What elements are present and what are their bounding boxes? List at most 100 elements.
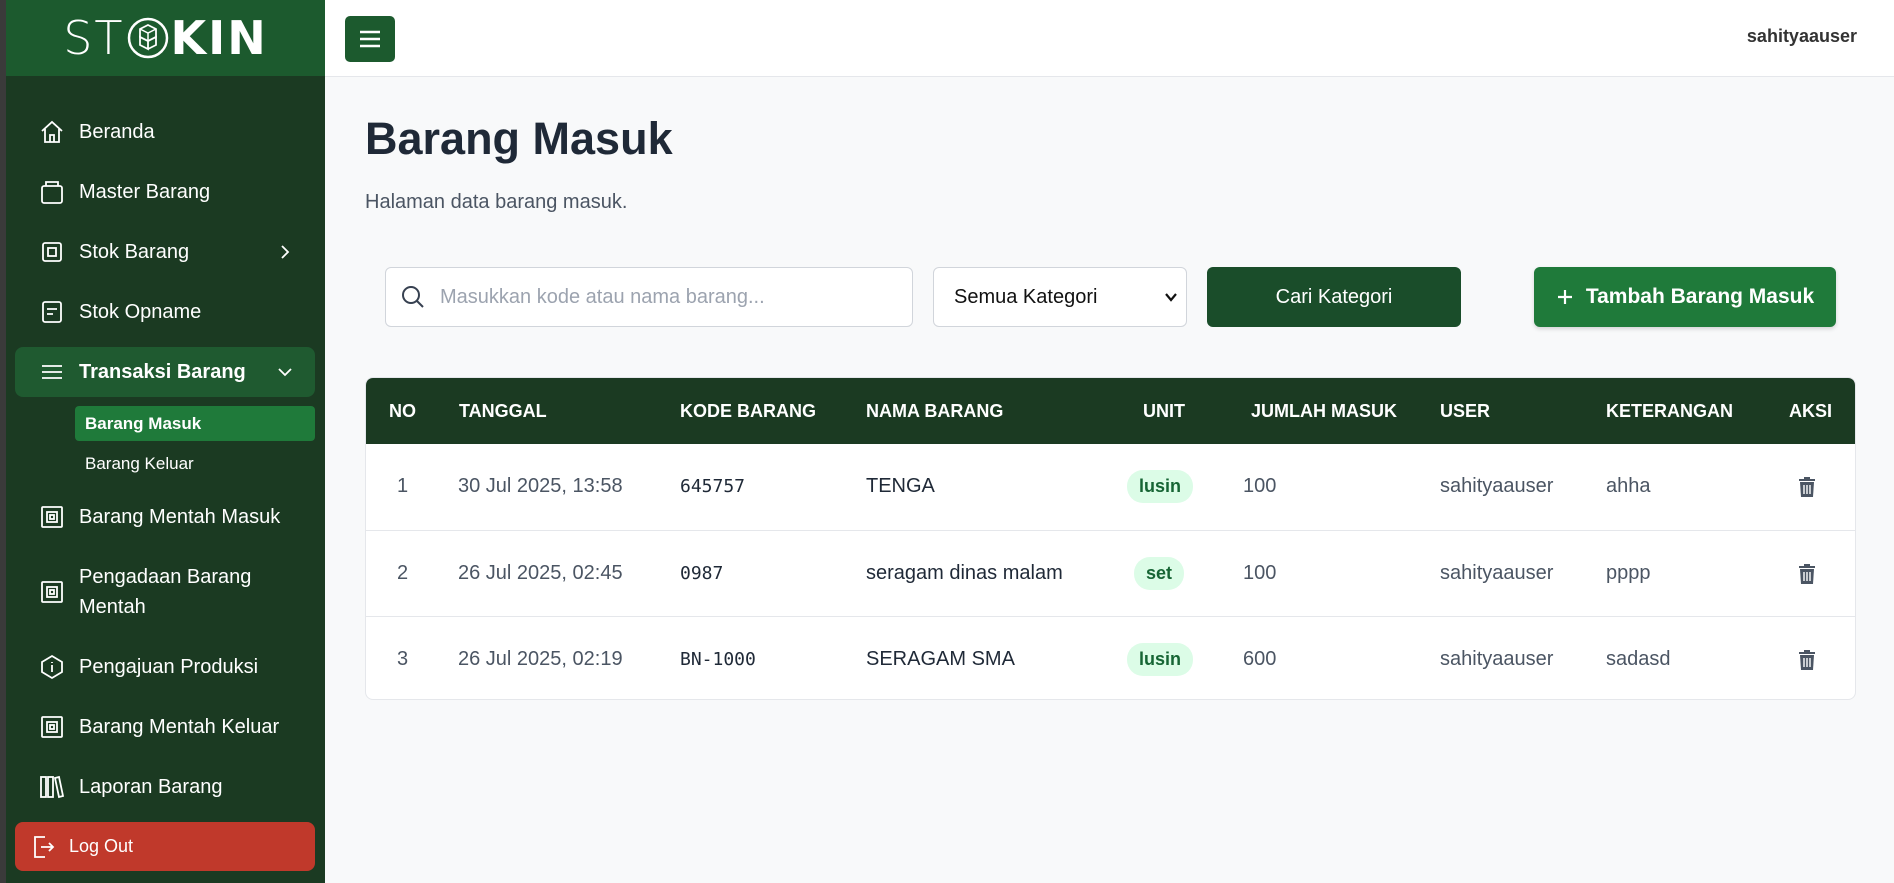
cell-no: 2 (397, 562, 409, 584)
cell-tanggal: 26 Jul 2025, 02:19 (458, 648, 623, 670)
category-select[interactable]: Semua Kategori (933, 267, 1187, 327)
boxes-logo-icon (127, 17, 168, 59)
cell-aksi (1798, 531, 1816, 616)
logo-text-k: K (170, 11, 209, 65)
sidebar-item-barang-mentah-masuk[interactable]: Barang Mentah Masuk (15, 492, 315, 542)
logout-button[interactable]: Log Out (15, 822, 315, 871)
sidebar-item-pengajuan-produksi[interactable]: Pengajuan Produksi (15, 642, 315, 692)
column-header-user: USER (1440, 400, 1491, 421)
cell-jumlah: 100 (1243, 475, 1277, 497)
cell-user: sahityaauser (1440, 475, 1554, 497)
unit-badge: set (1134, 557, 1185, 590)
chevron-down-icon (1165, 293, 1177, 302)
cell-kode: BN-1000 (680, 649, 756, 670)
cell-kode: 0987 (680, 563, 724, 584)
sidebar-item-label: Beranda (79, 120, 155, 143)
column-header-tanggal: TANGGAL (459, 400, 547, 421)
logo[interactable]: ST K IN (63, 11, 268, 65)
sidebar-item-label: Barang Mentah Masuk (79, 505, 281, 528)
delete-icon[interactable] (1798, 476, 1816, 498)
sidebar-item-laporan-barang[interactable]: Laporan Barang (15, 762, 315, 812)
column-header-nama-barang: NAMA BARANG (866, 400, 1004, 421)
column-header-unit: UNIT (1143, 400, 1185, 421)
sidebar-item-label: Pengadaan Barang Mentah (79, 566, 252, 618)
cell-jumlah: 600 (1243, 648, 1277, 670)
category-select-value: Semua Kategori (954, 285, 1098, 308)
cell-keterangan: sadasd (1606, 648, 1671, 670)
delete-icon[interactable] (1798, 649, 1816, 671)
sidebar-item-pengadaan-barang-mentah[interactable]: Pengadaan Barang Mentah (15, 561, 315, 623)
cell-user: sahityaauser (1440, 562, 1554, 584)
table-row: 1 30 Jul 2025, 13:58 645757 TENGA lusin … (366, 444, 1855, 530)
page-subtitle: Halaman data barang masuk. (365, 191, 628, 213)
sidebar-item-beranda[interactable]: Beranda (15, 107, 315, 157)
sidebar-item-master-barang[interactable]: Master Barang (15, 167, 315, 217)
sidebar-item-barang-mentah-keluar[interactable]: Barang Mentah Keluar (15, 702, 315, 752)
unit-badge: lusin (1127, 643, 1194, 676)
unit-badge: lusin (1127, 470, 1194, 503)
add-incoming-item-button[interactable]: Tambah Barang Masuk (1534, 267, 1836, 327)
sidebar-subitem-barang-keluar[interactable]: Barang Keluar (75, 446, 315, 481)
search-category-button[interactable]: Cari Kategori (1207, 267, 1461, 327)
cell-user: sahityaauser (1440, 648, 1554, 670)
incoming-items-table: NO TANGGAL KODE BARANG NAMA BARANG UNIT … (365, 377, 1856, 700)
list-icon (37, 357, 67, 387)
sidebar-item-transaksi-barang[interactable]: Transaksi Barang (15, 347, 315, 397)
square-icon (37, 577, 67, 607)
cell-keterangan: pppp (1606, 562, 1651, 584)
delete-icon[interactable] (1798, 563, 1816, 585)
logout-icon (34, 835, 55, 858)
logo-bar: ST K IN (6, 0, 325, 76)
cell-no: 3 (397, 648, 409, 670)
column-header-no: NO (389, 400, 416, 421)
column-header-aksi: AKSI (1789, 400, 1833, 421)
cell-aksi (1798, 617, 1816, 699)
box-icon (37, 177, 67, 207)
sidebar-item-label: Pengajuan Produksi (79, 655, 259, 678)
cell-nama: seragam dinas malam (866, 562, 1063, 584)
cell-unit: set (1134, 531, 1185, 616)
square-icon (37, 237, 67, 267)
add-button-label: Tambah Barang Masuk (1585, 285, 1815, 308)
cell-aksi (1798, 444, 1816, 529)
library-icon (37, 772, 67, 802)
sidebar-item-label: Master Barang (79, 180, 211, 203)
topbar: sahityaauser (325, 0, 1894, 77)
cell-unit: lusin (1127, 444, 1194, 529)
cell-nama: SERAGAM SMA (866, 648, 1015, 670)
menu-toggle-button[interactable] (345, 16, 395, 62)
search-input[interactable] (440, 285, 880, 309)
cell-no: 1 (397, 475, 409, 497)
square-icon (37, 502, 67, 532)
sidebar-item-stok-barang[interactable]: Stok Barang (15, 227, 315, 277)
hamburger-icon (360, 30, 380, 48)
cell-unit: lusin (1127, 617, 1194, 699)
sidebar: ST K IN Beranda Master Barang Stok Baran… (6, 0, 325, 883)
page-title: Barang Masuk (365, 113, 673, 164)
plus-icon (1557, 290, 1572, 304)
cell-tanggal: 26 Jul 2025, 02:45 (458, 562, 623, 584)
sidebar-item-label: Laporan Barang (79, 775, 223, 798)
info-icon (37, 652, 67, 682)
sidebar-item-stok-opname[interactable]: Stok Opname (15, 287, 315, 337)
sidebar-subitem-barang-masuk[interactable]: Barang Masuk (75, 406, 315, 441)
cell-keterangan: ahha (1606, 475, 1651, 497)
user-menu[interactable]: sahityaauser (1747, 26, 1857, 47)
chevron-right-icon (281, 245, 290, 259)
sidebar-item-label: Stok Opname (79, 300, 202, 323)
sidebar-item-label: Transaksi Barang (79, 360, 246, 383)
logo-text-st: ST (63, 11, 125, 65)
column-header-kode-barang: KODE BARANG (680, 400, 817, 421)
cell-jumlah: 100 (1243, 562, 1277, 584)
table-header: NO TANGGAL KODE BARANG NAMA BARANG UNIT … (366, 378, 1855, 444)
home-icon (37, 117, 67, 147)
logout-label: Log Out (69, 836, 134, 856)
search-box (385, 267, 913, 327)
column-header-keterangan: KETERANGAN (1606, 400, 1734, 421)
search-icon (402, 286, 424, 308)
cell-nama: TENGA (866, 475, 935, 497)
logo-text-in: IN (208, 11, 268, 65)
chevron-down-icon (278, 368, 292, 377)
sidebar-item-label: Barang Mentah Keluar (79, 715, 280, 738)
column-header-jumlah-masuk: JUMLAH MASUK (1251, 400, 1397, 421)
